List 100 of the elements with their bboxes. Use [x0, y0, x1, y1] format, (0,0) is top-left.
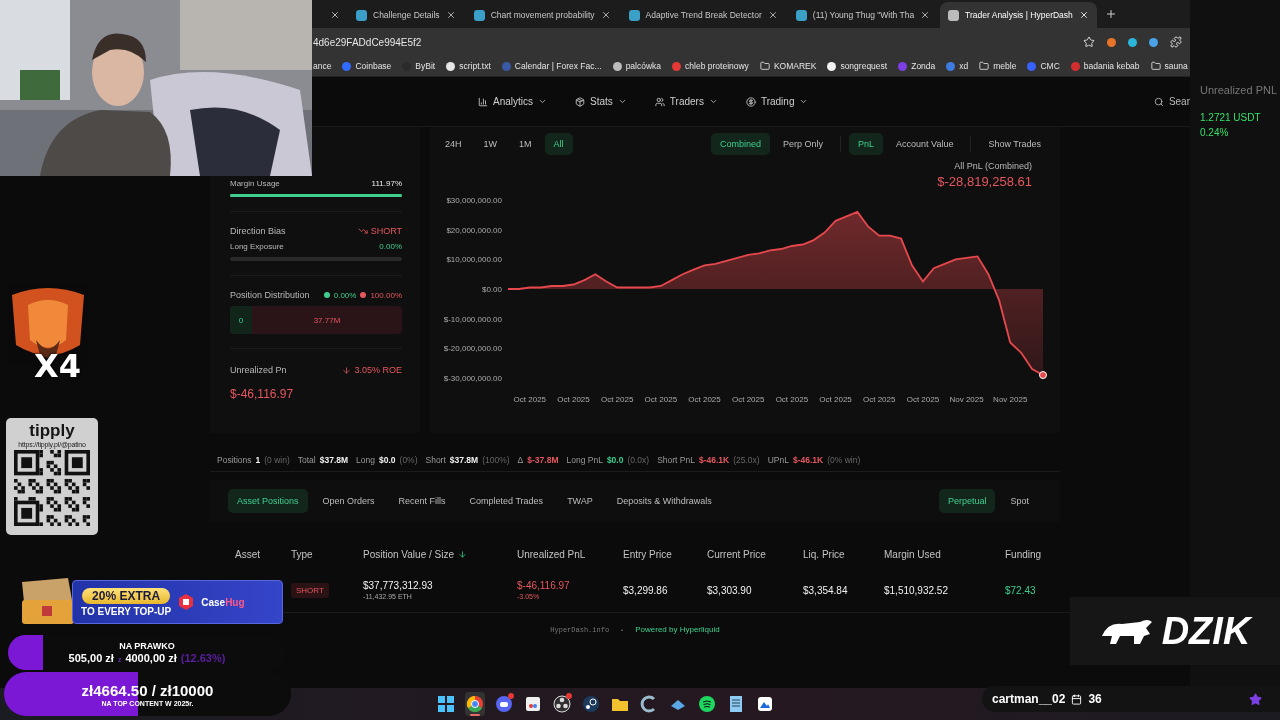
browser-tab[interactable]: Adaptive Trend Break Detector — [620, 2, 786, 28]
extension-icon[interactable] — [1149, 37, 1158, 47]
nav-menu[interactable]: Trading — [745, 96, 809, 107]
bias-value: SHORT — [357, 226, 402, 236]
x-axis-label: Oct 2025 — [513, 395, 547, 404]
metric-button[interactable]: Account Value — [887, 133, 963, 155]
bookmark-link[interactable]: xd — [946, 61, 969, 71]
mode-button[interactable]: Combined — [711, 133, 771, 155]
promo-subline: TO EVERY TOP-UP — [81, 605, 172, 617]
browser-tab[interactable]: Chart movement probability — [465, 2, 619, 28]
users-icon — [654, 96, 665, 107]
section-tab[interactable]: Open Orders — [313, 489, 384, 513]
range-button[interactable]: 1M — [510, 133, 541, 155]
y-axis-label: $0.00 — [481, 285, 502, 294]
bookmark-link[interactable]: ByBit — [402, 61, 436, 71]
stat-label: Short — [425, 455, 446, 465]
metric-value: 0.00% — [379, 242, 402, 251]
bookmark-link[interactable]: Zonda — [898, 61, 936, 71]
bookmark-link[interactable]: sauna — [1150, 61, 1188, 71]
browser-tab[interactable]: Trader Analysis | HyperDash — [940, 2, 1097, 28]
y-axis-label: $-10,000,000.00 — [443, 314, 502, 324]
bookmark-link[interactable]: chleb proteinowy — [672, 61, 749, 71]
chevron-icon — [617, 97, 627, 106]
section-tab[interactable]: Asset Positions — [228, 489, 308, 513]
search-link[interactable]: Sear — [1153, 96, 1190, 107]
bookmark-link[interactable]: Calendar | Forex Fac... — [501, 61, 602, 71]
promo-banner[interactable]: 20% EXTRA TO EVERY TOP-UP CaseHug — [72, 580, 283, 624]
column-header[interactable]: Margin Used — [884, 522, 1005, 568]
goal-percent: (12.63%) — [180, 652, 226, 664]
close-tab-icon[interactable] — [920, 10, 931, 20]
bookmark-link[interactable]: CMC — [1027, 61, 1060, 71]
extensions-icon[interactable] — [1170, 36, 1182, 48]
bookmark-link[interactable]: script.txt — [446, 61, 491, 71]
section-tab[interactable]: Completed Trades — [460, 489, 553, 513]
favicon-icon — [948, 9, 960, 21]
star-icon — [1249, 692, 1262, 706]
panel-label: Unrealized PNL — [1200, 84, 1279, 96]
browser-tab[interactable]: Challenge Details — [348, 2, 464, 28]
bookmark-star-icon[interactable] — [1083, 36, 1095, 48]
close-tab-icon[interactable] — [445, 10, 456, 20]
column-header[interactable]: Type — [291, 522, 363, 568]
section-tab[interactable]: TWAP — [558, 489, 602, 513]
mode-button[interactable]: Perp Only — [774, 133, 833, 155]
column-header[interactable]: Liq. Price — [803, 522, 884, 568]
stat-label: Positions — [217, 455, 252, 465]
stat-note: (0.0x) — [627, 455, 650, 465]
close-tab-icon[interactable] — [767, 10, 778, 20]
chat-count: 36 — [1088, 692, 1102, 706]
section-tab[interactable]: Recent Fills — [389, 489, 455, 513]
panel-value: 1.2721 USDT — [1200, 112, 1262, 123]
market-tab[interactable]: Perpetual — [938, 489, 996, 513]
section-tab[interactable]: Deposits & Withdrawals — [607, 489, 721, 513]
chart-caption: All PnL (Combined) — [954, 161, 1032, 171]
column-header[interactable]: Current Price — [707, 522, 803, 568]
new-tab-icon[interactable] — [1104, 8, 1117, 20]
chevron-icon — [708, 97, 718, 106]
close-tab-icon[interactable] — [1078, 10, 1089, 20]
powered-by-link[interactable]: Powered by Hyperliquid — [635, 625, 720, 634]
favicon-icon — [795, 9, 807, 21]
extension-icon[interactable] — [1107, 37, 1116, 47]
metric-button[interactable]: PnL — [849, 133, 884, 155]
column-header[interactable]: Position Value / Size — [363, 522, 517, 568]
stat-value: $37.8M — [449, 455, 479, 465]
range-button[interactable]: 1W — [474, 133, 506, 155]
close-tab-icon[interactable] — [600, 10, 611, 20]
calendar-icon — [1071, 693, 1083, 705]
column-header[interactable]: Funding — [1005, 522, 1075, 568]
bookmark-link[interactable]: Coinbase — [342, 61, 392, 71]
goal-target: 4000,00 zł — [125, 652, 177, 664]
range-button[interactable]: 24H — [436, 133, 471, 155]
extension-icon[interactable] — [1128, 37, 1137, 47]
x-axis-label: Oct 2025 — [775, 395, 809, 404]
bar-chart-icon — [478, 96, 488, 107]
bookmark-link[interactable]: meble — [979, 61, 1017, 71]
browser-tab[interactable]: (11) Young Thug "With Tha — [787, 2, 939, 28]
stat-label: Δ — [517, 455, 524, 465]
table-cell-text: $-46,116.97 — [517, 580, 571, 591]
y-axis-label: $10,000,000.00 — [446, 255, 502, 265]
show-trades-button[interactable]: Show Trades — [979, 133, 1050, 155]
long-share: 0.00% — [333, 290, 357, 300]
column-header[interactable]: Entry Price — [623, 522, 707, 568]
nav-menu[interactable]: Analytics — [478, 96, 547, 107]
nav-menu[interactable]: Stats — [575, 96, 627, 107]
range-button[interactable]: All — [544, 133, 573, 155]
market-tab[interactable]: Spot — [1001, 489, 1038, 513]
logo-text: DZIK — [1161, 609, 1251, 653]
long-value: 0 — [238, 315, 244, 325]
x-axis-label: Oct 2025 — [906, 395, 940, 404]
bookmark-link[interactable]: ance — [313, 61, 332, 71]
bookmark-link[interactable]: badania kebab — [1070, 61, 1140, 71]
close-tab-icon[interactable] — [330, 10, 340, 20]
column-header[interactable]: Unrealized PnL — [517, 522, 623, 568]
nav-menu[interactable]: Traders — [654, 96, 718, 107]
panel-change: 0.24% — [1200, 127, 1230, 138]
bookmark-link[interactable]: KOMAREK — [759, 61, 817, 71]
column-header[interactable]: Asset — [235, 522, 291, 568]
coin-icon — [745, 96, 756, 107]
bookmark-link[interactable]: palcówka — [612, 61, 662, 71]
folder-icon — [1150, 61, 1161, 71]
bookmark-link[interactable]: songrequest — [827, 61, 888, 71]
